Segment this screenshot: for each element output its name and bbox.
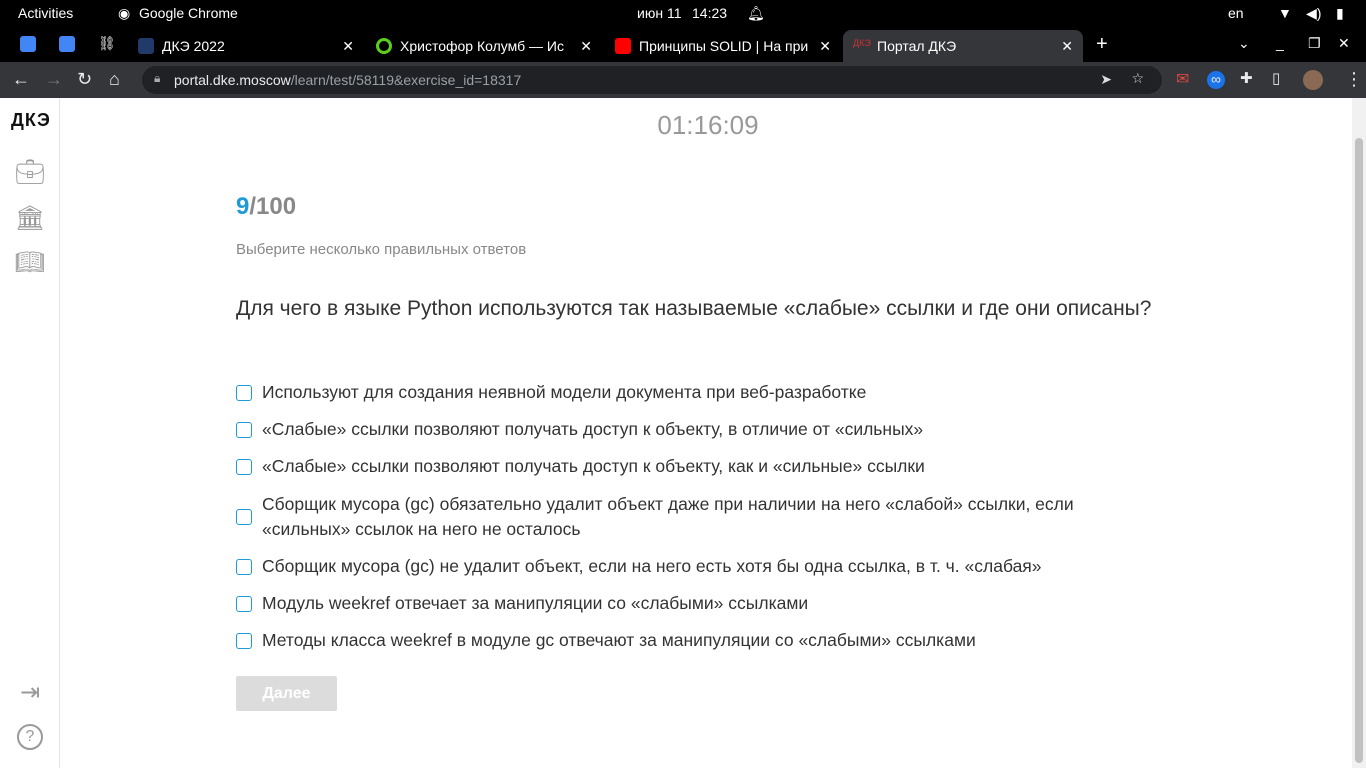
new-tab-button[interactable]: +	[1096, 33, 1108, 56]
link-pinned-tab-icon[interactable]: ⛓	[98, 35, 116, 52]
back-button[interactable]: ←	[12, 69, 30, 90]
checkbox[interactable]	[236, 595, 252, 612]
close-tab-icon[interactable]: ✕	[342, 38, 354, 55]
side-panel-icon[interactable]: ▯	[1272, 69, 1280, 87]
answer-option[interactable]: Модуль weekref отвечает за манипуляции с…	[236, 585, 1156, 622]
gmail-extension-icon[interactable]: ✉	[1176, 69, 1189, 89]
activities-button[interactable]: Activities	[18, 5, 73, 21]
address-bar[interactable]: 🔒︎ portal.dke.moscow/learn/test/58119&ex…	[142, 66, 1162, 94]
app-name: Google Chrome	[139, 5, 238, 21]
battery-icon[interactable]: ▮	[1336, 5, 1344, 22]
clock[interactable]: 14:23	[692, 5, 727, 21]
answer-option[interactable]: «Слабые» ссылки позволяют получать досту…	[236, 411, 1156, 448]
docs-pinned-tab-icon[interactable]	[20, 36, 36, 52]
close-tab-icon[interactable]: ✕	[1061, 38, 1073, 55]
question-counter: 9/100	[236, 193, 297, 220]
answer-option[interactable]: Сборщик мусора (gc) не удалит объект, ес…	[236, 548, 1156, 585]
wifi-icon[interactable]: ▼	[1278, 5, 1292, 21]
answer-option[interactable]: Методы класса weekref в модуле gc отвеча…	[236, 622, 1156, 659]
reload-button[interactable]: ↻	[77, 69, 92, 90]
bookmark-star-icon[interactable]: ☆	[1131, 70, 1144, 87]
send-icon[interactable]: ➤	[1100, 71, 1112, 88]
answer-option[interactable]: «Слабые» ссылки позволяют получать досту…	[236, 448, 1156, 485]
checkbox[interactable]	[236, 458, 252, 475]
system-top-bar: Activities ◉ Google Chrome июн 11 14:23 …	[0, 0, 1366, 28]
answer-option[interactable]: Используют для создания неявной модели д…	[236, 374, 1156, 411]
instruction: Выберите несколько правильных ответов	[236, 241, 527, 258]
question-text: Для чего в языке Python используются так…	[236, 297, 1152, 320]
sidebar: ДКЭ 💼︎ 🏛︎ 📖︎ ⇥ ?	[0, 98, 60, 768]
docs-pinned-tab-icon[interactable]	[59, 36, 75, 52]
answer-option[interactable]: Сборщик мусора (gc) обязательно удалит о…	[236, 485, 1156, 548]
timer: 01:16:09	[657, 110, 759, 140]
toolbar: ← → ↻ ⌂ 🔒︎ portal.dke.moscow/learn/test/…	[0, 62, 1366, 98]
tab-search-icon[interactable]: ⌄	[1238, 35, 1250, 52]
book-icon[interactable]: 📖︎	[14, 248, 46, 280]
green-ring-favicon	[376, 38, 392, 54]
chrome-icon: ◉	[118, 5, 131, 21]
checkbox[interactable]	[236, 421, 252, 438]
forward-button[interactable]: →	[45, 69, 63, 90]
avatar[interactable]	[1303, 70, 1323, 90]
tab-portal-dke[interactable]: ДКЭ Портал ДКЭ ✕	[843, 30, 1083, 62]
close-window-button[interactable]: ✕	[1338, 35, 1350, 52]
checkbox[interactable]	[236, 384, 252, 401]
tab-columbus[interactable]: Христофор Колумб — Ис ✕	[366, 30, 602, 62]
infinity-extension-icon[interactable]: ∞	[1207, 71, 1225, 89]
logout-icon[interactable]: ⇥	[14, 678, 46, 710]
youtube-favicon	[615, 38, 631, 54]
menu-icon[interactable]: ⋮	[1345, 69, 1363, 90]
close-tab-icon[interactable]: ✕	[815, 37, 831, 55]
next-button[interactable]: Далее	[236, 676, 337, 711]
tab-strip: ⛓ ДКЭ 2022 ✕ Христофор Колумб — Ис ✕ Принц…	[0, 28, 1366, 62]
minimize-button[interactable]: _	[1276, 35, 1284, 51]
scrollbar[interactable]	[1352, 98, 1366, 768]
answer-options: Используют для создания неявной модели д…	[236, 374, 1156, 659]
checkbox[interactable]	[236, 508, 252, 525]
museum-icon[interactable]: 🏛︎	[14, 204, 46, 236]
close-tab-icon[interactable]: ✕	[576, 37, 592, 55]
language-indicator[interactable]: en	[1228, 5, 1244, 21]
tab-solid[interactable]: Принципы SOLID | На при ✕	[605, 30, 841, 62]
lock-icon: 🔒︎	[154, 71, 161, 85]
dke-favicon	[138, 38, 154, 54]
briefcase-icon[interactable]: 💼︎	[14, 158, 46, 190]
tab-dke-2022[interactable]: ДКЭ 2022 ✕	[128, 30, 364, 62]
dke-favicon: ДКЭ	[853, 38, 871, 48]
date[interactable]: июн 11	[637, 5, 681, 21]
checkbox[interactable]	[236, 632, 252, 649]
alarm-icon: 🔔︎	[747, 5, 765, 21]
home-button[interactable]: ⌂	[109, 69, 120, 90]
help-icon[interactable]: ?	[17, 724, 43, 750]
restore-button[interactable]: ❐	[1308, 35, 1321, 52]
extensions-icon[interactable]: ✚	[1240, 69, 1253, 87]
checkbox[interactable]	[236, 558, 252, 575]
volume-icon[interactable]: ◀)	[1306, 5, 1321, 22]
